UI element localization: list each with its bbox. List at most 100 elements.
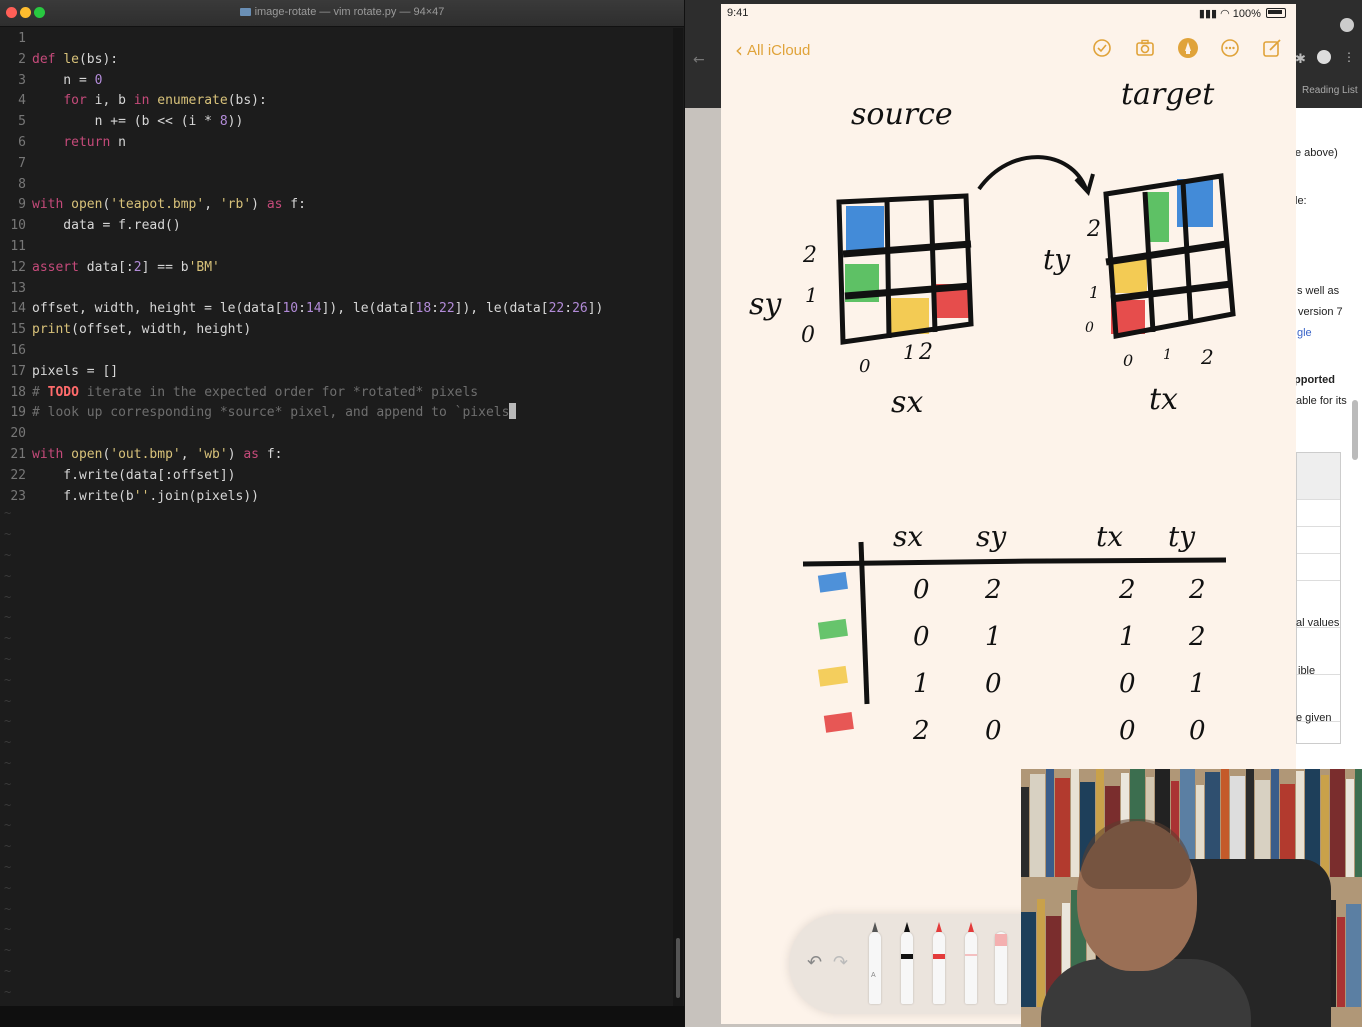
code-line[interactable]: 4 for i, b in enumerate(bs): — [0, 90, 267, 111]
eraser-tool[interactable] — [995, 932, 1007, 1004]
pen-tool-pencil[interactable] — [965, 922, 977, 1004]
code-line[interactable]: 18 # TODO iterate in the expected order f… — [0, 382, 478, 403]
webcam-overlay — [1021, 769, 1362, 1027]
line-number: 11 — [10, 239, 26, 254]
code-token: for — [63, 93, 87, 109]
browser-text-fragment[interactable]: gle — [1297, 327, 1312, 339]
book-spine — [1330, 769, 1345, 877]
markup-pen-icon[interactable] — [1177, 37, 1199, 59]
empty-line-marker: ~ — [4, 922, 12, 937]
code-line[interactable]: 20 — [0, 423, 32, 444]
terminal-title: image-rotate — vim rotate.py — 94×47 — [0, 6, 684, 18]
svg-text:1: 1 — [903, 340, 916, 364]
code-line[interactable]: 13 — [0, 278, 32, 299]
color-swatch — [817, 618, 848, 640]
code-line[interactable]: 2 def le(bs): — [0, 49, 118, 70]
line-number: 18 — [10, 384, 26, 400]
browser-text-fragment: pported — [1294, 374, 1335, 386]
table-header-rule — [802, 557, 1227, 567]
code-token: 18 — [415, 301, 432, 317]
code-line[interactable]: 14 offset, width, height = le(data[10:14]… — [0, 298, 603, 319]
avatar[interactable] — [1317, 50, 1331, 64]
more-options-icon[interactable] — [1219, 37, 1241, 59]
profile-icon[interactable] — [1340, 18, 1354, 32]
code-token: iterate in the expected order for *rotat… — [78, 384, 479, 400]
table-cell: 2 — [1188, 575, 1206, 605]
handwritten-sketch[interactable]: source target 2 1 0 sy 0 1 2 sx 2 1 0 ty… — [721, 74, 1296, 874]
code-line[interactable]: 16 — [0, 340, 32, 361]
code-line[interactable]: 10 data = f.read() — [0, 215, 180, 236]
undo-icon[interactable]: ↶ — [807, 952, 822, 973]
code-token: 26 — [572, 301, 588, 317]
code-line[interactable]: 6 return n — [0, 132, 126, 153]
table-cell: 0 — [913, 622, 930, 652]
code-line[interactable]: 17 pixels = [] — [0, 361, 118, 382]
code-token: le — [63, 51, 79, 67]
source-title: source — [851, 97, 953, 132]
code-line[interactable]: 22 f.write(data[:offset]) — [0, 465, 235, 486]
more-vertical-icon[interactable]: ⋮ — [1343, 50, 1355, 64]
empty-line-marker: ~ — [4, 818, 12, 833]
code-token: 0 — [94, 72, 103, 88]
pen-tool-marker[interactable] — [933, 922, 945, 1004]
pen-tool-monoline[interactable]: A — [869, 922, 881, 1004]
line-number: 17 — [10, 363, 26, 379]
code-token: # — [32, 384, 48, 400]
table-column-rule — [858, 541, 870, 705]
book-spine — [1346, 904, 1361, 1007]
book-spine — [1337, 917, 1345, 1007]
back-button-label: All iCloud — [747, 42, 811, 59]
empty-line-marker: ~ — [4, 964, 12, 978]
code-line[interactable]: 7 — [0, 153, 32, 174]
code-token: , — [204, 197, 220, 213]
empty-line-marker: ~ — [4, 610, 12, 625]
pen-tool-fineliner[interactable] — [901, 922, 913, 1004]
svg-text:0: 0 — [859, 356, 870, 377]
cellular-signal-icon: ▮▮▮ — [1198, 8, 1218, 20]
code-line[interactable]: 5 n += (b << (i * 8)) — [0, 111, 243, 132]
code-line[interactable]: 23 f.write(b''.join(pixels)) — [0, 486, 259, 507]
code-line[interactable]: 9 with open('teapot.bmp', 'rb') as f: — [0, 194, 306, 215]
svg-text:2: 2 — [918, 340, 933, 365]
code-token: n = — [32, 72, 95, 88]
table-cell: 2 — [984, 575, 1002, 605]
code-line[interactable]: 1 — [0, 28, 32, 49]
code-line[interactable]: 15 print(offset, width, height) — [0, 319, 251, 340]
line-number: 23 — [10, 488, 26, 504]
code-token: 22 — [439, 301, 455, 317]
code-line[interactable]: 8 — [0, 174, 32, 195]
back-button[interactable]: ‹ All iCloud — [735, 38, 810, 62]
back-arrow-icon[interactable]: ← — [693, 52, 705, 68]
code-token: ]), le(data[ — [321, 301, 416, 317]
code-editor[interactable]: 1 2 def le(bs): 3 n = 04 for i, b in enumer… — [0, 28, 672, 1006]
checklist-icon[interactable] — [1091, 37, 1113, 59]
line-number: 6 — [18, 135, 26, 150]
code-token: n — [110, 135, 126, 150]
code-token: print — [32, 322, 72, 338]
book-spine — [1355, 769, 1362, 877]
table-cell: 2 — [1188, 622, 1206, 652]
svg-text:2: 2 — [802, 243, 817, 268]
battery-icon — [1266, 8, 1286, 18]
terminal-scrollbar-thumb[interactable] — [676, 938, 680, 998]
code-line[interactable]: 3 n = 0 — [0, 70, 102, 91]
browser-scrollbar[interactable] — [1352, 400, 1358, 460]
puzzle-icon[interactable]: ✱ — [1295, 52, 1306, 67]
code-line[interactable]: 12 assert data[:2] == b'BM' — [0, 257, 220, 278]
camera-icon[interactable] — [1134, 37, 1156, 59]
table-header: tx — [1096, 520, 1123, 553]
code-token: f: — [282, 197, 306, 213]
code-line[interactable]: 21 with open('out.bmp', 'wb') as f: — [0, 444, 283, 465]
terminal-scrollbar[interactable] — [673, 28, 683, 1006]
compose-icon[interactable] — [1261, 37, 1283, 59]
table-cell: 1 — [913, 669, 930, 699]
code-line[interactable]: 11 — [0, 236, 32, 257]
code-token: f: — [259, 447, 283, 462]
code-token: (bs): — [78, 51, 119, 67]
book-spine — [1055, 778, 1070, 877]
redo-icon[interactable]: ↷ — [833, 952, 848, 973]
code-line[interactable]: 19 # look up corresponding *source* pixel… — [0, 402, 517, 423]
reading-list-label[interactable]: Reading List — [1302, 85, 1358, 96]
source-y-ticks: 2 1 0 — [801, 243, 818, 348]
